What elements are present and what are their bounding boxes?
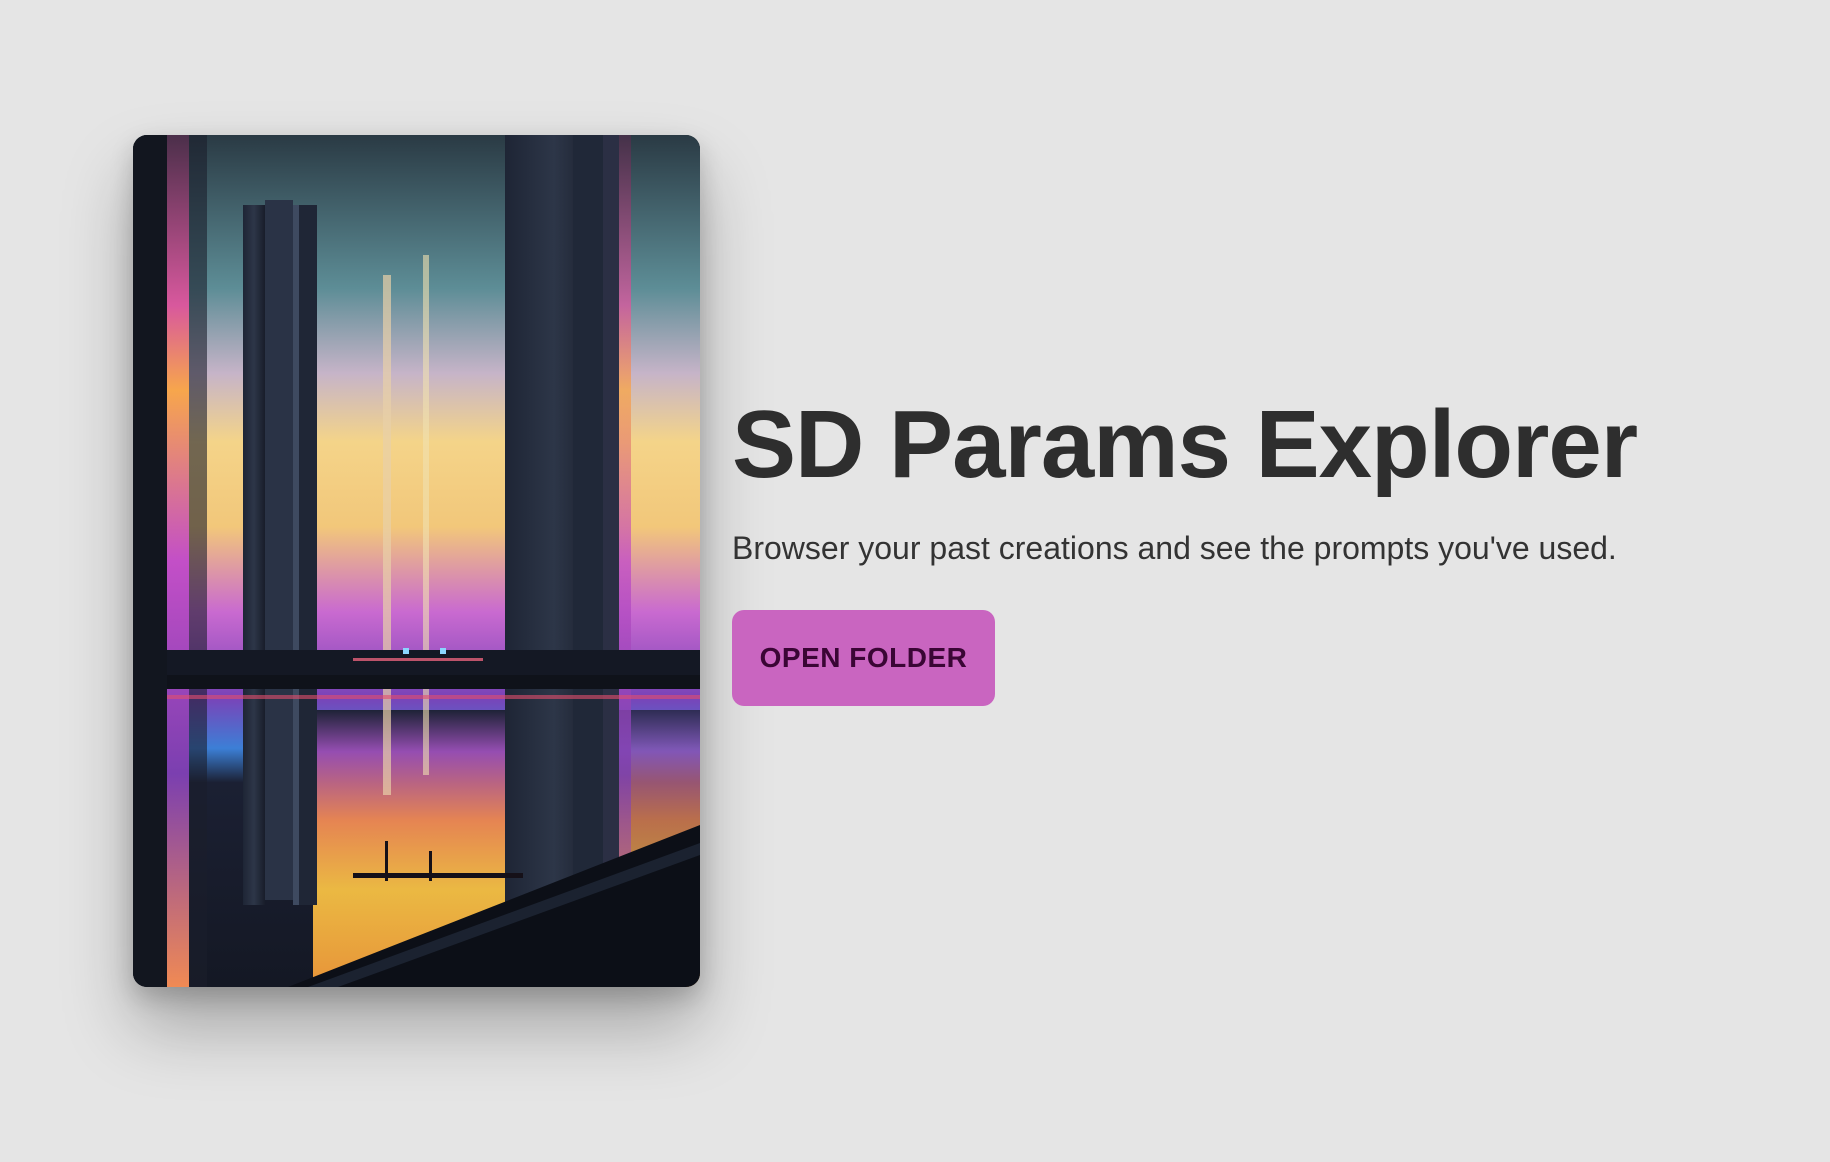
- hero-content: SD Params Explorer Browser your past cre…: [732, 390, 1792, 706]
- welcome-screen: SD Params Explorer Browser your past cre…: [0, 0, 1830, 1162]
- page-subtitle: Browser your past creations and see the …: [732, 530, 1617, 566]
- hero-artwork-image: [133, 135, 700, 987]
- open-folder-button[interactable]: OPEN FOLDER: [732, 610, 995, 706]
- page-title: SD Params Explorer: [732, 391, 1638, 498]
